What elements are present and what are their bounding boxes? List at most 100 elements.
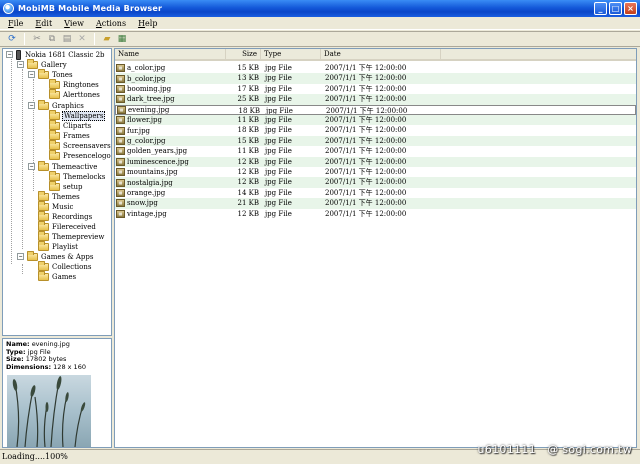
cell-date: 2007/1/1 下午 12:00:00 — [325, 95, 407, 104]
cell-name: ▦ luminescence.jpg — [115, 157, 226, 167]
table-row[interactable]: ▦ vintage.jpg 12 KB jpg File 2007/1/1 下午 12:… — [115, 209, 636, 219]
copy-icon[interactable]: ⧉ — [46, 33, 58, 45]
menu-edit[interactable]: Edit — [35, 19, 52, 28]
cell-type: jpg File — [265, 84, 292, 93]
folder-icon — [49, 181, 60, 191]
file-list[interactable]: Name Size Type Date ▦ a_color.jpg 15 KB jpg… — [114, 48, 637, 448]
close-button[interactable]: × — [624, 2, 637, 15]
tree-node-themeactive[interactable]: Themeactive — [38, 161, 98, 172]
table-row[interactable]: ▦ booming.jpg 17 KB jpg File 2007/1/1 下午 12:… — [115, 84, 636, 94]
cell-date: 2007/1/1 下午 12:00:00 — [325, 147, 407, 156]
folder-icon — [49, 120, 60, 130]
maximize-button[interactable]: □ — [609, 2, 622, 15]
tree-node-filereceived[interactable]: Filereceived — [38, 221, 97, 232]
tree-node-playlist[interactable]: Playlist — [38, 241, 79, 252]
cell-name: ▦ g_color.jpg — [115, 136, 226, 146]
table-row[interactable]: ▦ luminescence.jpg 12 KB jpg File 2007/1/1 下… — [115, 156, 636, 167]
column-name[interactable]: Name — [115, 49, 226, 60]
table-row[interactable]: ▦ flower.jpg 11 KB jpg File 2007/1/1 下午 12:0… — [115, 115, 636, 126]
cell-type: jpg File — [265, 136, 292, 145]
cell-size: 12 KB — [237, 209, 259, 218]
cell-date: 2007/1/1 下午 12:00:00 — [325, 178, 407, 187]
menu-file[interactable]: File — [8, 19, 23, 28]
table-row[interactable]: ▦ mountains.jpg 12 KB jpg File 2007/1/1 下午 1… — [115, 167, 636, 177]
menu-view[interactable]: View — [64, 19, 84, 28]
cell-name: ▦ evening.jpg — [116, 105, 227, 114]
image-file-icon: ▦ — [116, 116, 125, 125]
open-folder-icon[interactable]: ▰ — [101, 33, 113, 45]
collapse-toggle[interactable]: − — [17, 253, 24, 260]
table-row[interactable]: ▦ orange.jpg 14 KB jpg File 2007/1/1 下午 12:0… — [115, 188, 636, 198]
paste-icon[interactable]: ▤ — [61, 33, 73, 45]
table-row[interactable]: ▦ dark_tree.jpg 25 KB jpg File 2007/1/1 下午 1… — [115, 94, 636, 105]
cell-date: 2007/1/1 下午 12:00:00 — [325, 168, 407, 176]
collapse-toggle[interactable]: − — [28, 163, 35, 170]
table-row[interactable]: ▦ a_color.jpg 15 KB jpg File 2007/1/1 下午 12:… — [115, 63, 636, 73]
column-type[interactable]: Type — [261, 49, 321, 60]
tree-node-games-apps[interactable]: Games & Apps — [27, 251, 94, 262]
tree-node-themelocks[interactable]: Themelocks — [49, 171, 106, 182]
folder-tree[interactable]: − Nokia 1681 Classic 2b − Gallery − Tone… — [2, 48, 112, 336]
cell-name: ▦ snow.jpg — [115, 198, 226, 208]
folder-icon — [49, 150, 60, 160]
cell-name: ▦ fur.jpg — [115, 125, 226, 135]
column-date[interactable]: Date — [321, 49, 441, 60]
cell-type: jpg File — [265, 168, 292, 176]
cell-type: jpg File — [265, 147, 292, 156]
delete-icon[interactable]: ✕ — [76, 33, 88, 45]
image-file-icon: ▦ — [116, 84, 125, 93]
cell-size: 12 KB — [237, 157, 259, 166]
title-bar[interactable]: MobiMB Mobile Media Browser _ □ × — [0, 0, 640, 17]
menu-actions[interactable]: Actions — [96, 19, 126, 28]
collapse-toggle[interactable]: − — [17, 61, 24, 68]
tree-node-screensavers[interactable]: Screensavers — [49, 140, 111, 151]
table-row[interactable]: ▦ nostalgia.jpg 12 KB jpg File 2007/1/1 下午 1… — [115, 177, 636, 188]
table-row[interactable]: ▦ golden_years.jpg 11 KB jpg File 2007/1/1 下… — [115, 146, 636, 156]
column-size[interactable]: Size — [226, 49, 261, 60]
refresh-icon[interactable]: ⟳ — [6, 33, 18, 45]
cell-type: jpg File — [265, 209, 292, 218]
tree-node-gallery[interactable]: Gallery — [27, 59, 68, 70]
table-row[interactable]: ▦ fur.jpg 18 KB jpg File 2007/1/1 下午 12:00:0… — [115, 125, 636, 135]
table-row[interactable]: ▦ g_color.jpg 15 KB jpg File 2007/1/1 下午 12:… — [115, 135, 636, 147]
cell-size: 18 KB — [237, 126, 259, 135]
cell-size: 21 KB — [237, 199, 259, 208]
cell-date: 2007/1/1 下午 12:00:00 — [325, 209, 407, 218]
tree-node-graphics[interactable]: Graphics — [38, 100, 85, 111]
table-row[interactable]: ▦ b_color.jpg 13 KB jpg File 2007/1/1 下午 12:… — [115, 73, 636, 84]
minimize-button[interactable]: _ — [594, 2, 607, 15]
tree-node-ringtones[interactable]: Ringtones — [49, 79, 100, 90]
table-row[interactable]: ▦ evening.jpg 18 KB jpg File 2007/1/1 下午 12:… — [115, 104, 636, 115]
collapse-toggle[interactable]: − — [28, 102, 35, 109]
cell-type: jpg File — [265, 157, 292, 166]
cell-date: 2007/1/1 下午 12:00:00 — [325, 74, 407, 83]
tree-node-presencelogo[interactable]: Presencelogo — [49, 150, 111, 161]
image-file-icon: ▦ — [116, 188, 125, 197]
tree-node-themepreview[interactable]: Themepreview — [38, 231, 105, 242]
app-icon — [3, 3, 14, 14]
collapse-toggle[interactable]: − — [6, 51, 13, 58]
cell-type: jpg File — [265, 126, 292, 135]
collapse-toggle[interactable]: − — [28, 71, 35, 78]
cell-name: ▦ a_color.jpg — [115, 63, 226, 73]
tree-node-alerttones[interactable]: Alerttones — [49, 89, 101, 100]
tree-node-recordings[interactable]: Recordings — [38, 211, 93, 222]
folder-icon — [38, 271, 49, 281]
tree-node-setup[interactable]: setup — [49, 181, 84, 192]
folder-icon — [38, 221, 49, 231]
image-file-icon: ▦ — [116, 95, 125, 104]
folder-icon — [38, 191, 49, 201]
cut-icon[interactable]: ✂ — [31, 33, 43, 45]
tree-node-collections[interactable]: Collections — [38, 261, 92, 272]
image-file-icon: ▦ — [116, 178, 125, 187]
window-controls: _ □ × — [594, 2, 637, 15]
cell-name: ▦ golden_years.jpg — [115, 146, 226, 156]
folder-icon — [38, 231, 49, 241]
menu-help[interactable]: Help — [138, 19, 157, 28]
properties-icon[interactable]: ▦ — [116, 33, 128, 45]
tree-node-games[interactable]: Games — [38, 271, 77, 282]
cell-size: 11 KB — [237, 116, 259, 124]
table-row[interactable]: ▦ snow.jpg 21 KB jpg File 2007/1/1 下午 12:00:… — [115, 198, 636, 209]
tree-node-wallpapers[interactable]: Wallpapers — [49, 110, 106, 121]
image-file-icon: ▦ — [116, 74, 125, 83]
